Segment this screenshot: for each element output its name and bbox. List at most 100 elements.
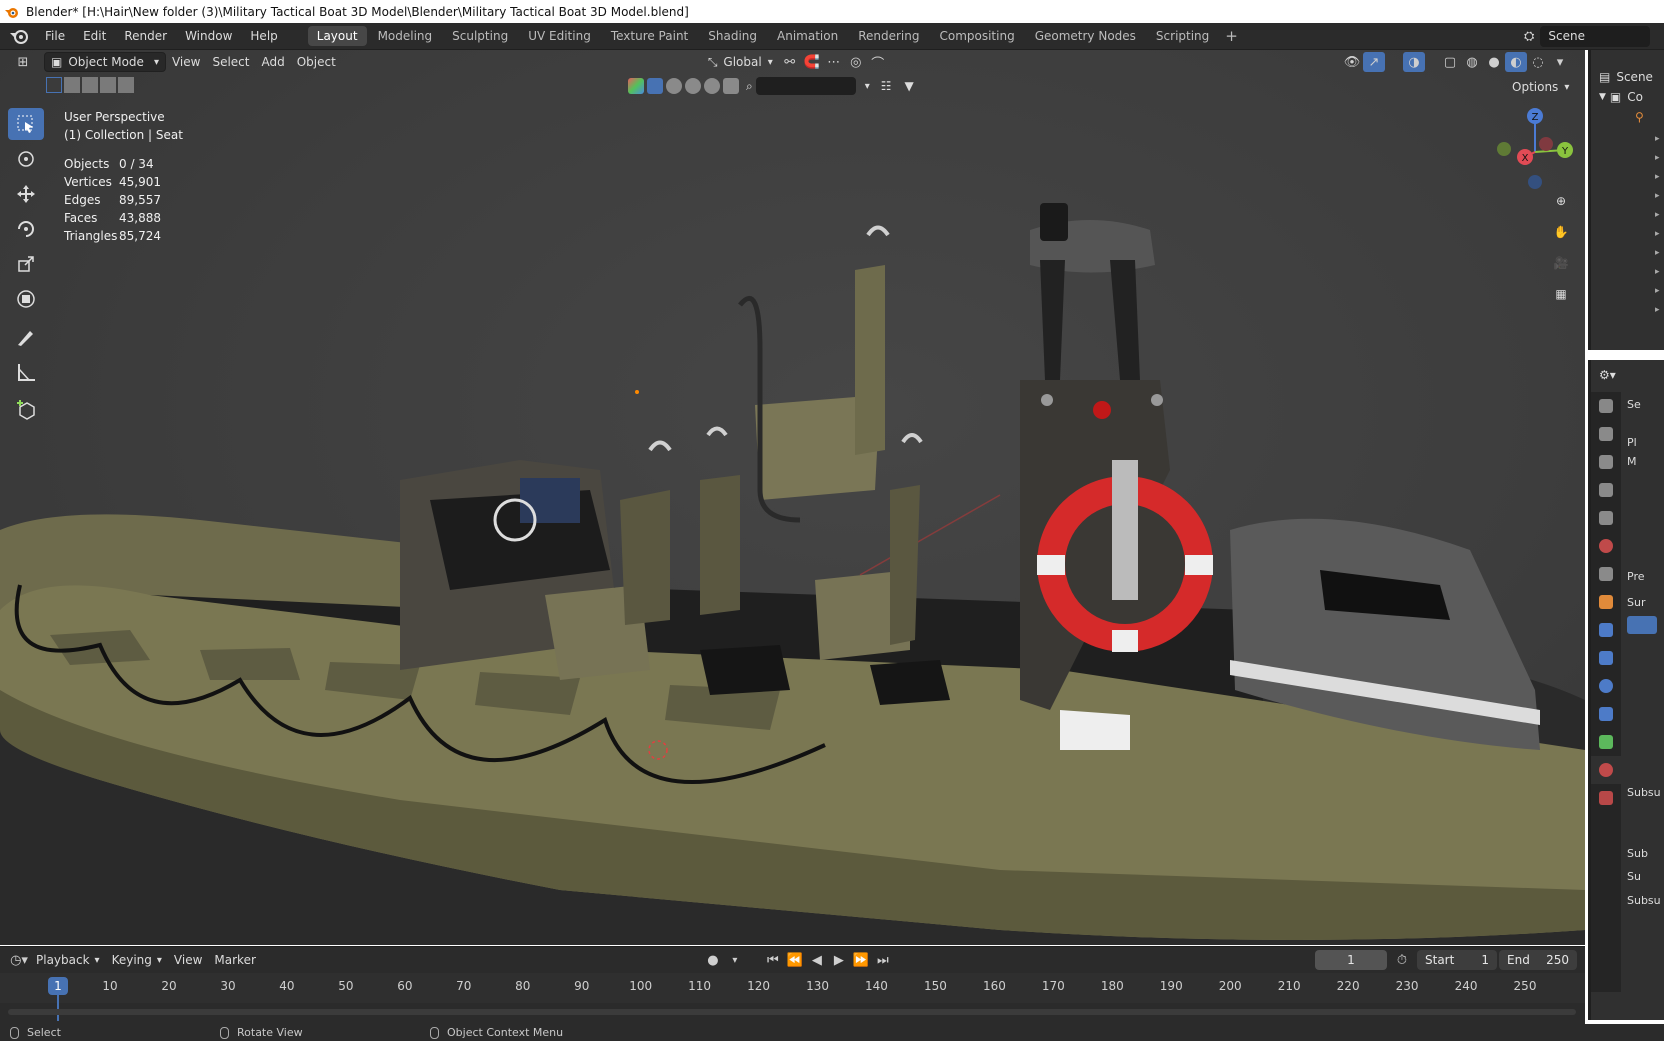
- tab-animation[interactable]: Animation: [768, 26, 847, 46]
- tab-uv-editing[interactable]: UV Editing: [519, 26, 600, 46]
- material-slot-1[interactable]: Pl: [1627, 436, 1637, 449]
- current-frame-field[interactable]: 1: [1315, 950, 1387, 970]
- menu-edit[interactable]: Edit: [74, 23, 115, 50]
- snap-icon[interactable]: 🧲: [801, 52, 823, 72]
- physics-tab-icon[interactable]: [1591, 672, 1621, 700]
- particles-tab-icon[interactable]: [1591, 644, 1621, 672]
- object-tab-icon[interactable]: [1591, 588, 1621, 616]
- measure-tool-icon[interactable]: [8, 356, 44, 388]
- shading-options-icon[interactable]: ▾: [1549, 52, 1571, 72]
- output-tab-icon[interactable]: [1591, 448, 1621, 476]
- collection-color-icon[interactable]: [628, 78, 644, 94]
- snap-target-icon[interactable]: ⋯: [823, 52, 845, 72]
- tab-compositing[interactable]: Compositing: [930, 26, 1023, 46]
- mode-dropdown[interactable]: ▣ Object Mode ▾: [44, 52, 166, 72]
- mesh-filter-icon[interactable]: [666, 78, 682, 94]
- add-workspace-icon[interactable]: +: [1219, 27, 1244, 45]
- 3d-viewport[interactable]: ⊞ ▣ Object Mode ▾ View Select Add Object…: [0, 50, 1585, 945]
- perspective-grid-icon[interactable]: ▦: [1547, 280, 1575, 308]
- solid-shading-icon[interactable]: ●: [1483, 52, 1505, 72]
- options-dropdown[interactable]: Options ▾: [1512, 77, 1569, 97]
- search-input[interactable]: [755, 77, 856, 95]
- tab-sculpting[interactable]: Sculpting: [443, 26, 517, 46]
- material-slot-2[interactable]: M: [1627, 455, 1637, 468]
- light-filter-icon[interactable]: [685, 78, 701, 94]
- timeline-view-menu[interactable]: View: [168, 950, 208, 970]
- scene-tab-icon[interactable]: [1591, 504, 1621, 532]
- wireframe-shading-icon[interactable]: ◍: [1461, 52, 1483, 72]
- select-box-tool-icon[interactable]: [8, 108, 44, 140]
- visibility-icon[interactable]: 👁: [1341, 52, 1363, 72]
- overlays-toggle-icon[interactable]: ◑: [1403, 52, 1425, 72]
- pivot-point-icon[interactable]: ⚯: [779, 52, 801, 72]
- surface-node-button[interactable]: [1627, 616, 1657, 634]
- blender-menu-icon[interactable]: [8, 25, 30, 47]
- rotate-tool-icon[interactable]: [8, 213, 44, 245]
- menu-object[interactable]: Object: [291, 52, 342, 72]
- tab-shading[interactable]: Shading: [699, 26, 766, 46]
- camera-view-icon[interactable]: 🎥: [1547, 249, 1575, 277]
- menu-render[interactable]: Render: [115, 23, 176, 50]
- xray-icon[interactable]: ▢: [1439, 52, 1461, 72]
- scale-tool-icon[interactable]: [8, 248, 44, 280]
- cursor-tool-icon[interactable]: [8, 143, 44, 175]
- jump-end-icon[interactable]: ⏭: [872, 950, 894, 970]
- scene-name-field[interactable]: Scene: [1540, 26, 1651, 47]
- menu-window[interactable]: Window: [176, 23, 241, 50]
- outliner-collection-row[interactable]: ▼ ▣ Co: [1599, 90, 1643, 104]
- properties-editor-icon[interactable]: ⚙▾: [1599, 368, 1616, 382]
- tab-rendering[interactable]: Rendering: [849, 26, 928, 46]
- scene-selector[interactable]: ⛭ Scene: [1524, 26, 1664, 47]
- object-filter-icon[interactable]: [647, 78, 663, 94]
- outliner-scene-row[interactable]: ▤ Scene: [1599, 70, 1653, 84]
- record-icon[interactable]: ●: [702, 950, 724, 970]
- stopwatch-icon[interactable]: ⏱: [1391, 950, 1413, 970]
- timeline-editor-type-icon[interactable]: ◷▾: [8, 950, 30, 970]
- object-name-field[interactable]: Se: [1627, 398, 1641, 411]
- view-layer-icon[interactable]: ☷: [881, 79, 892, 93]
- texture-tab-icon[interactable]: [1591, 784, 1621, 812]
- start-frame-field[interactable]: Start 1: [1417, 950, 1497, 970]
- tab-texture-paint[interactable]: Texture Paint: [602, 26, 697, 46]
- select-intersect-icon[interactable]: [118, 77, 134, 93]
- menu-add[interactable]: Add: [255, 52, 290, 72]
- menu-select[interactable]: Select: [206, 52, 255, 72]
- playhead-frame[interactable]: 1: [48, 977, 68, 995]
- end-frame-field[interactable]: End 250: [1499, 950, 1577, 970]
- collection-tab-icon[interactable]: [1591, 560, 1621, 588]
- play-reverse-icon[interactable]: ◀: [806, 950, 828, 970]
- select-subtract-icon[interactable]: [82, 77, 98, 93]
- editor-type-icon[interactable]: ⊞: [12, 52, 34, 72]
- playback-dropdown[interactable]: Playback ▾: [30, 950, 106, 970]
- proportional-edit-icon[interactable]: ◎: [845, 52, 867, 72]
- render-tab-icon[interactable]: [1591, 420, 1621, 448]
- transform-tool-icon[interactable]: [8, 283, 44, 315]
- next-keyframe-icon[interactable]: ⏩: [850, 950, 872, 970]
- camera-filter-icon[interactable]: [704, 78, 720, 94]
- select-new-icon[interactable]: [46, 77, 62, 93]
- tab-geometry-nodes[interactable]: Geometry Nodes: [1026, 26, 1145, 46]
- tab-layout[interactable]: Layout: [307, 26, 367, 46]
- modifier-tab-icon[interactable]: [1591, 616, 1621, 644]
- surface-panel-header[interactable]: Sur: [1627, 596, 1645, 609]
- data-tab-icon[interactable]: [1591, 728, 1621, 756]
- filter-icon[interactable]: ▼: [905, 79, 914, 93]
- timeline-scrollbar[interactable]: [8, 1009, 1576, 1015]
- tab-scripting[interactable]: Scripting: [1147, 26, 1218, 46]
- menu-help[interactable]: Help: [241, 23, 286, 50]
- tab-modeling[interactable]: Modeling: [369, 26, 442, 46]
- keyframe-options-icon[interactable]: ▾: [724, 950, 746, 970]
- rendered-shading-icon[interactable]: ◌: [1527, 52, 1549, 72]
- annotate-tool-icon[interactable]: [8, 321, 44, 353]
- move-tool-icon[interactable]: [8, 178, 44, 210]
- falloff-icon[interactable]: ⌒: [867, 52, 889, 72]
- menu-file[interactable]: File: [36, 23, 74, 50]
- timeline-ruler[interactable]: 10 20 30 40 50 60 70 80 90 100 110 120 130 140 150 160 1…: [0, 973, 1585, 1021]
- prev-keyframe-icon[interactable]: ⏪: [784, 950, 806, 970]
- select-difference-icon[interactable]: [100, 77, 116, 93]
- play-icon[interactable]: ▶: [828, 950, 850, 970]
- jump-start-icon[interactable]: ⏮: [762, 950, 784, 970]
- constraints-tab-icon[interactable]: [1591, 700, 1621, 728]
- orientation-dropdown[interactable]: ⤡ Global ▾: [702, 52, 779, 72]
- preview-panel-header[interactable]: Pre: [1627, 570, 1645, 583]
